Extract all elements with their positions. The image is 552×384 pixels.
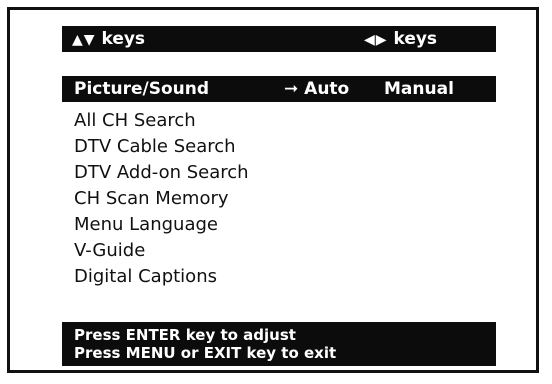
menu-item-menu-language[interactable]: Menu Language bbox=[74, 212, 249, 238]
up-down-arrows-icon: ▲▼ bbox=[72, 32, 96, 48]
picture-sound-row[interactable]: Picture/Sound ➞ Auto Manual bbox=[62, 76, 496, 102]
updown-keys-hint: ▲▼ keys bbox=[72, 26, 145, 53]
navigation-keys-bar: ▲▼ keys ◀▶ keys bbox=[62, 26, 496, 52]
auto-option[interactable]: ➞ Auto bbox=[284, 76, 349, 102]
help-bar: Press ENTER key to adjust Press MENU or … bbox=[62, 322, 496, 366]
manual-option[interactable]: Manual bbox=[384, 76, 454, 102]
selection-arrow-icon: ➞ bbox=[284, 79, 299, 99]
menu-item-dtv-cable-search[interactable]: DTV Cable Search bbox=[74, 134, 249, 160]
menu-item-dtv-add-on-search[interactable]: DTV Add-on Search bbox=[74, 160, 249, 186]
menu-item-digital-captions[interactable]: Digital Captions bbox=[74, 264, 249, 290]
help-exit-text: Press MENU or EXIT key to exit bbox=[74, 344, 337, 362]
left-right-arrows-icon: ◀▶ bbox=[364, 32, 388, 48]
leftright-keys-label: keys bbox=[393, 29, 438, 49]
help-enter-text: Press ENTER key to adjust bbox=[74, 326, 296, 344]
leftright-keys-hint: ◀▶ keys bbox=[364, 26, 437, 53]
updown-keys-label: keys bbox=[101, 29, 146, 49]
picture-sound-label: Picture/Sound bbox=[74, 79, 210, 99]
auto-option-label: Auto bbox=[304, 79, 350, 99]
menu-item-all-ch-search[interactable]: All CH Search bbox=[74, 108, 249, 134]
setup-menu-list: All CH Search DTV Cable Search DTV Add-o… bbox=[74, 108, 249, 290]
menu-item-v-guide[interactable]: V-Guide bbox=[74, 238, 249, 264]
menu-item-ch-scan-memory[interactable]: CH Scan Memory bbox=[74, 186, 249, 212]
